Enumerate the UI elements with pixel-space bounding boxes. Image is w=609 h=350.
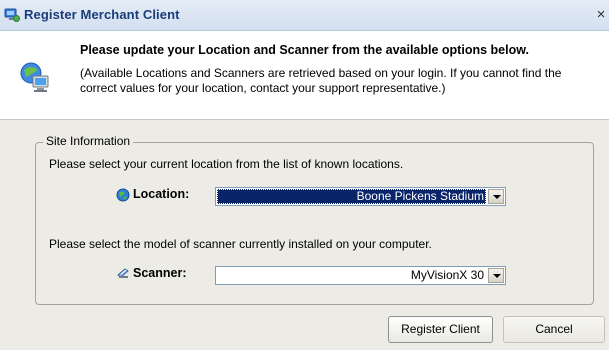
scanner-prompt: Please select the model of scanner curre… [49,237,432,251]
window-title: Register Merchant Client [24,7,180,22]
location-label: Location: [133,187,190,201]
title-bar[interactable]: Register Merchant Client × [0,0,609,31]
location-value: Boone Pickens Stadium [217,189,486,204]
chevron-down-icon[interactable] [488,189,504,204]
close-button[interactable]: × [593,7,609,22]
scanner-value: MyVisionX 30 [410,268,484,282]
header-title: Please update your Location and Scanner … [80,43,529,57]
site-information-legend: Site Information [43,134,134,148]
location-prompt: Please select your current location from… [49,157,404,171]
cancel-button[interactable]: Cancel [503,316,605,343]
register-client-button[interactable]: Register Client [388,316,493,343]
header-description: (Available Locations and Scanners are re… [80,66,562,95]
scanner-label: Scanner: [133,266,187,280]
computer-network-icon [20,62,49,92]
app-icon [4,8,20,22]
scanner-icon [117,268,129,278]
scanner-dropdown[interactable]: MyVisionX 30 [215,266,506,285]
chevron-down-icon[interactable] [488,268,504,283]
location-dropdown[interactable]: Boone Pickens Stadium [215,187,506,206]
register-merchant-dialog: Register Merchant Client × Please update… [0,0,609,350]
globe-icon [116,188,130,202]
